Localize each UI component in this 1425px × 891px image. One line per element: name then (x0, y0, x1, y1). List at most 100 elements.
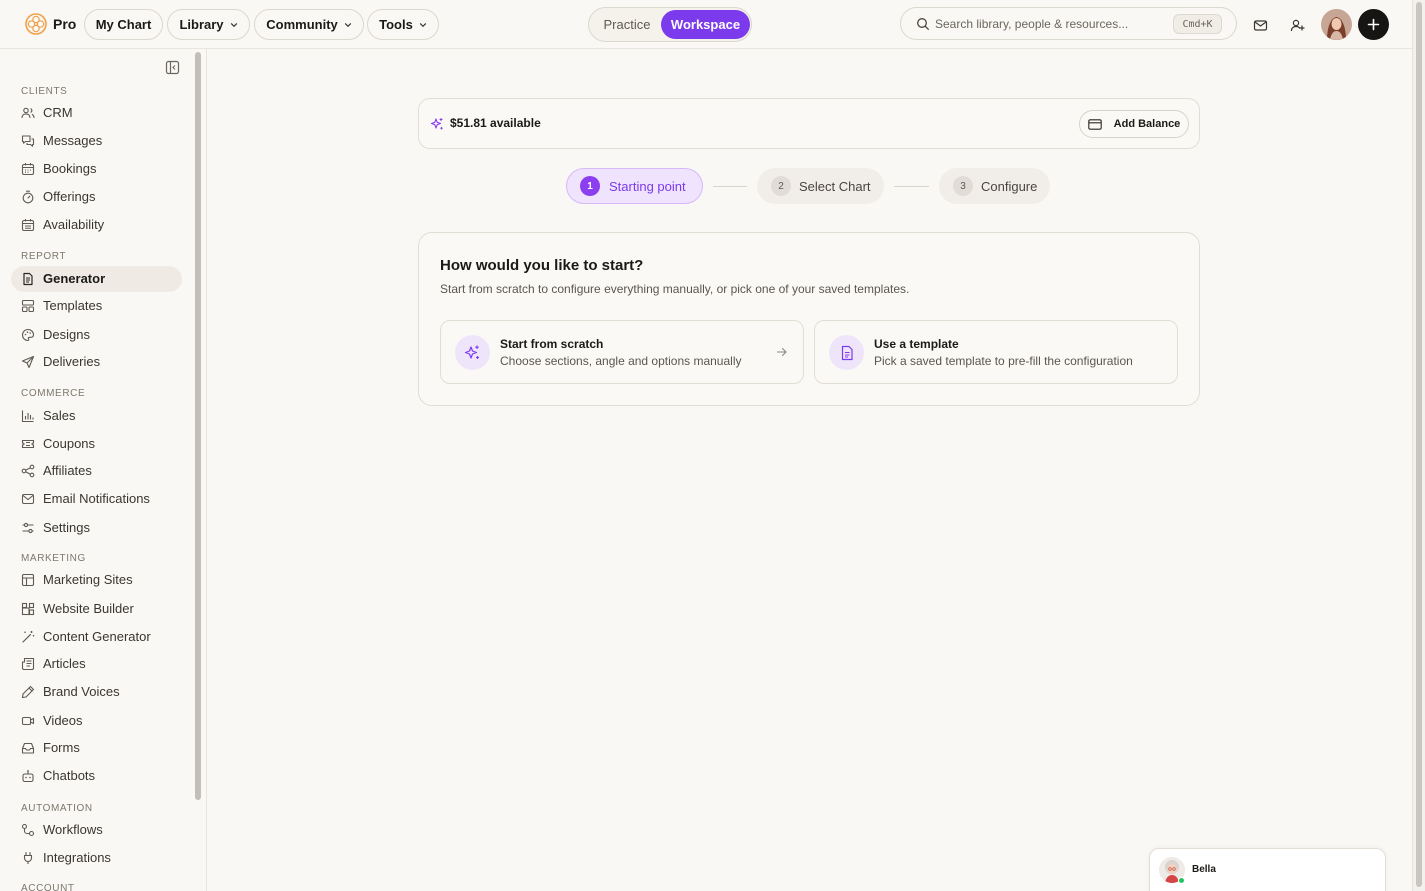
nav-community[interactable]: Community (254, 9, 364, 40)
mail-icon (1253, 19, 1267, 31)
step-number: 1 (580, 176, 600, 196)
option-description: Pick a saved template to pre-fill the co… (874, 354, 1133, 368)
start-from-scratch-option[interactable]: Start from scratch Choose sections, angl… (440, 320, 804, 384)
sidebar-item-label: Chatbots (43, 768, 96, 783)
share-icon (21, 464, 35, 478)
layout-icon (21, 299, 35, 313)
sidebar-item-chatbots[interactable]: Chatbots (11, 763, 182, 789)
sidebar-item-website-builder[interactable]: Website Builder (11, 596, 182, 622)
invite-user-button[interactable] (1286, 14, 1308, 36)
use-template-option[interactable]: Use a template Pick a saved template to … (814, 320, 1178, 384)
brand-logo[interactable]: Pro (25, 13, 76, 35)
sidebar-item-label: Availability (43, 217, 105, 232)
document-icon (841, 345, 853, 360)
sidebar-item-sales[interactable]: Sales (11, 403, 182, 429)
sidebar-item-videos[interactable]: Videos (11, 708, 182, 734)
step-label: Configure (981, 179, 1038, 194)
sidebar-item-marketing-sites[interactable]: Marketing Sites (11, 567, 182, 593)
bot-icon (22, 770, 34, 783)
balance-amount: $51.81 available (450, 116, 541, 130)
user-avatar[interactable] (1321, 9, 1352, 40)
sidebar-item-brand-voices[interactable]: Brand Voices (11, 679, 182, 705)
section-label-account: ACCOUNT (21, 883, 75, 891)
chevron-down-icon (344, 22, 351, 27)
sidebar-item-label: Website Builder (43, 601, 134, 616)
collapse-sidebar-button[interactable] (165, 60, 180, 75)
sidebar-item-integrations[interactable]: Integrations (11, 845, 182, 871)
sidebar-item-articles[interactable]: Articles (11, 651, 182, 677)
sidebar-item-affiliates[interactable]: Affiliates (11, 458, 182, 484)
step-connector (894, 186, 929, 187)
search-icon (917, 18, 929, 30)
add-user-icon (1290, 19, 1305, 31)
nav-library[interactable]: Library (167, 9, 250, 40)
option-description: Choose sections, angle and options manua… (500, 354, 742, 368)
sidebar-item-offerings[interactable]: Offerings (11, 184, 182, 210)
chat-widget[interactable]: Bella (1149, 848, 1386, 891)
sidebar-item-content-generator[interactable]: Content Generator (11, 624, 182, 650)
flower-logo-icon (25, 13, 47, 35)
nav-my-chart-label: My Chart (95, 17, 152, 32)
sidebar-item-coupons[interactable]: Coupons (11, 431, 182, 457)
sidebar-item-label: Messages (43, 133, 103, 148)
sidebar-item-generator[interactable]: Generator (11, 266, 182, 292)
sidebar-item-label: Designs (43, 327, 90, 342)
nav-tools[interactable]: Tools (367, 9, 439, 40)
nav-community-label: Community (266, 17, 338, 32)
add-balance-button[interactable]: Add Balance (1079, 110, 1189, 138)
workflow-icon (21, 823, 35, 837)
option-icon-circle (829, 335, 864, 370)
sidebar-item-messages[interactable]: Messages (11, 128, 182, 154)
sidebar-item-label: Coupons (43, 436, 96, 451)
top-bar: Pro My Chart Library Community Tools Pra… (0, 0, 1412, 49)
search-bar: Cmd+K (900, 7, 1237, 40)
sidebar-item-label: Email Notifications (43, 491, 150, 506)
inbox-button[interactable] (1249, 14, 1271, 36)
search-input[interactable] (935, 14, 1165, 34)
step-configure[interactable]: 3 Configure (939, 168, 1050, 204)
sidebar-item-label: Offerings (43, 189, 96, 204)
sidebar-item-deliveries[interactable]: Deliveries (11, 349, 182, 375)
sidebar-item-label: Bookings (43, 161, 97, 176)
sidebar-item-label: Integrations (43, 850, 111, 865)
newspaper-icon (21, 657, 35, 671)
window-scrollbar[interactable] (1412, 0, 1425, 891)
sidebar-scrollbar[interactable] (195, 52, 201, 800)
option-title: Use a template (874, 337, 959, 351)
sidebar-item-forms[interactable]: Forms (11, 735, 182, 761)
sparkles-icon (430, 118, 443, 130)
mode-practice-button[interactable]: Practice (592, 11, 662, 38)
step-select-chart[interactable]: 2 Select Chart (757, 168, 884, 204)
sidebar-item-label: Settings (43, 520, 90, 535)
option-title: Start from scratch (500, 337, 604, 351)
section-label-report: REPORT (21, 251, 67, 262)
step-number: 2 (771, 176, 791, 196)
sidebar-item-templates[interactable]: Templates (11, 293, 182, 319)
sidebar-item-label: Workflows (43, 822, 103, 837)
pen-icon (21, 685, 35, 699)
sidebar-item-bookings[interactable]: Bookings (11, 156, 182, 182)
sidebar-item-email-notifications[interactable]: Email Notifications (11, 486, 182, 512)
step-starting-point[interactable]: 1 Starting point (566, 168, 703, 204)
start-method-card: How would you like to start? Start from … (418, 232, 1200, 406)
avatar-photo-icon (1321, 9, 1352, 40)
mode-workspace-button[interactable]: Workspace (661, 10, 750, 39)
sidebar-item-workflows[interactable]: Workflows (11, 817, 182, 843)
wand-icon (22, 631, 35, 643)
plus-icon (1367, 18, 1380, 31)
chevron-down-icon (419, 22, 426, 27)
search-shortcut-badge: Cmd+K (1173, 14, 1222, 34)
sidebar-item-crm[interactable]: CRM (11, 100, 182, 126)
nav-my-chart[interactable]: My Chart (84, 9, 163, 40)
step-label: Starting point (609, 179, 686, 194)
sidebar-item-settings[interactable]: Settings (11, 515, 182, 541)
sidebar-item-designs[interactable]: Designs (11, 322, 182, 348)
calendar-icon (21, 163, 35, 176)
create-new-button[interactable] (1358, 9, 1389, 40)
window-scrollbar-thumb[interactable] (1416, 2, 1422, 887)
sidebar-item-label: Affiliates (43, 463, 92, 478)
sliders-icon (22, 522, 34, 534)
users-icon (21, 107, 35, 119)
blocks-icon (21, 602, 35, 616)
sidebar-item-availability[interactable]: Availability (11, 212, 182, 238)
